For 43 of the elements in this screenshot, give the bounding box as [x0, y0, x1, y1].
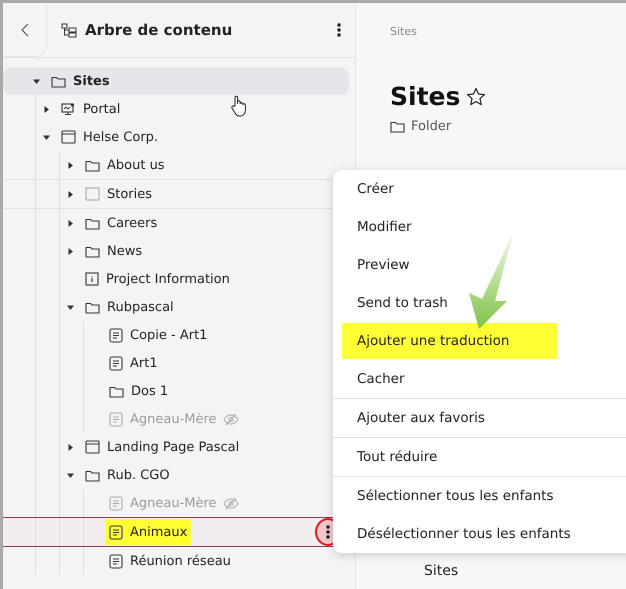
caret-down-icon[interactable] — [66, 304, 74, 310]
folder-icon — [85, 300, 100, 314]
square-icon — [85, 187, 100, 201]
document-icon — [109, 496, 123, 510]
folder-icon — [85, 468, 100, 482]
page-icon — [61, 130, 76, 144]
folder-icon — [85, 244, 100, 258]
caret-right-icon[interactable] — [42, 106, 50, 112]
document-icon — [109, 328, 123, 342]
tree-icon — [61, 22, 77, 38]
folder-icon — [51, 74, 66, 88]
star-icon[interactable] — [466, 86, 486, 106]
caret-right-icon[interactable] — [66, 190, 74, 198]
caret-right-icon[interactable] — [66, 162, 74, 168]
document-icon — [109, 356, 123, 370]
caret-down-icon[interactable] — [42, 134, 50, 140]
hand-cursor-icon — [230, 95, 248, 117]
tree-item[interactable]: Copie - Art1 — [3, 321, 355, 349]
panel-title: Arbre de contenu — [85, 21, 234, 39]
more-icon[interactable] — [326, 525, 330, 539]
type-label: Folder — [411, 119, 452, 134]
page-icon — [85, 440, 100, 454]
tree-item[interactable]: Portal — [3, 95, 355, 123]
folder-icon — [85, 158, 100, 172]
caret-right-icon[interactable] — [66, 220, 74, 226]
caret-down-icon[interactable] — [32, 78, 40, 84]
caret-right-icon[interactable] — [66, 248, 74, 254]
chevron-left-icon — [20, 22, 28, 36]
info-icon — [85, 272, 99, 286]
folder-icon — [85, 216, 100, 230]
caret-right-icon[interactable] — [66, 444, 74, 450]
more-icon[interactable] — [337, 23, 341, 37]
tree-item-label: Sites — [424, 563, 458, 579]
monitor-icon — [61, 102, 76, 116]
page-heading: Sites — [390, 82, 460, 111]
document-icon — [109, 554, 123, 568]
document-icon — [109, 524, 123, 540]
folder-icon — [109, 384, 124, 398]
folder-icon — [390, 120, 405, 133]
tree-item[interactable]: Helse Corp. — [3, 123, 355, 151]
tree-item[interactable]: Sites — [3, 67, 349, 95]
document-icon — [109, 412, 123, 426]
caret-down-icon[interactable] — [66, 472, 74, 478]
